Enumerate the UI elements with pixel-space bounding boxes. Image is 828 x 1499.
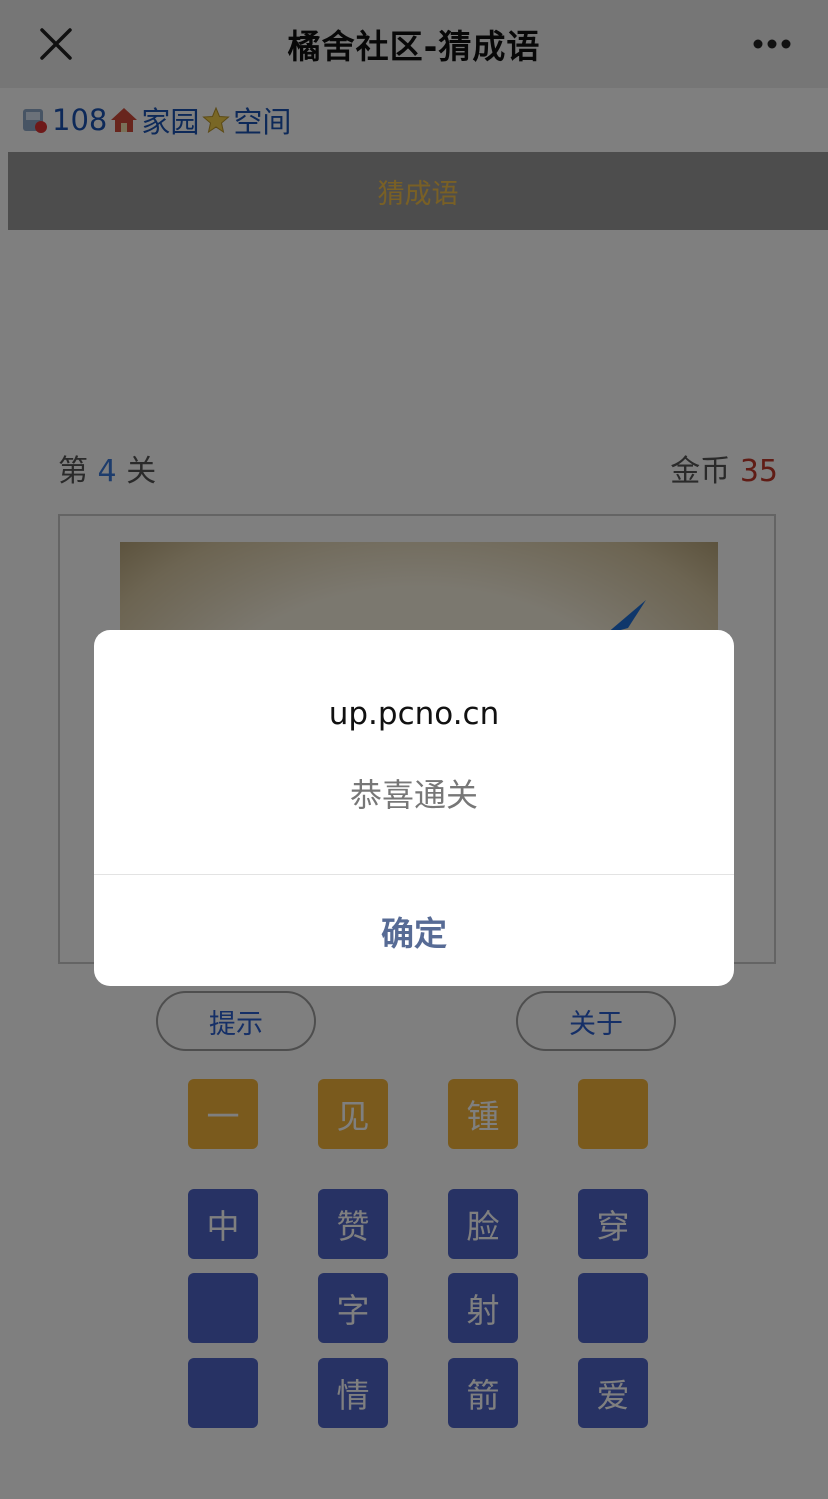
- alert-dialog: up.pcno.cn 恭喜通关 确定: [94, 630, 734, 986]
- dialog-host: up.pcno.cn: [328, 696, 500, 732]
- dialog-message: 恭喜通关: [349, 776, 478, 814]
- confirm-button[interactable]: 确定: [94, 875, 734, 986]
